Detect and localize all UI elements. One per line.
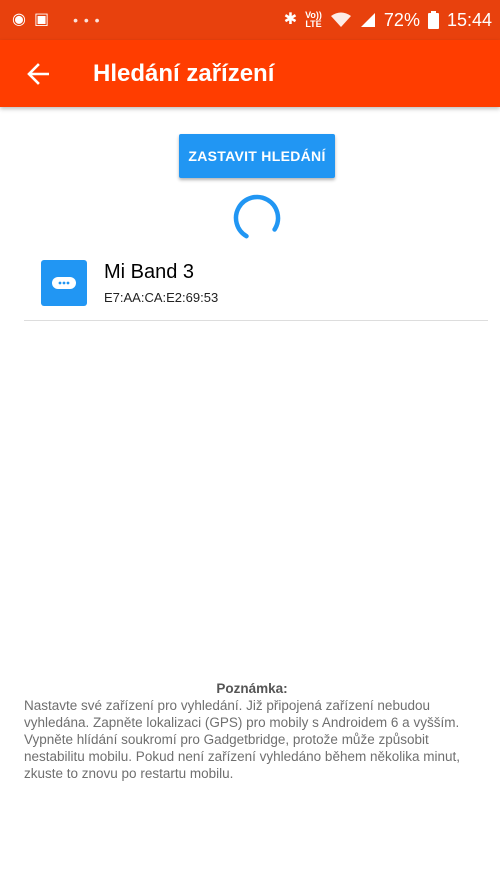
image-notification-icon: ▣ (33, 11, 50, 28)
wifi-icon (330, 12, 351, 27)
device-address: E7:AA:CA:E2:69:53 (104, 290, 219, 305)
clock: 15:44 (446, 9, 492, 30)
battery-icon (427, 11, 439, 29)
loading-spinner-icon (233, 194, 281, 242)
device-list-item[interactable]: Mi Band 3 E7:AA:CA:E2:69:53 (24, 255, 488, 321)
note-text: Nastavte své zařízení pro vyhledání. Již… (24, 698, 461, 781)
arrow-left-icon[interactable] (24, 60, 52, 88)
bluetooth-icon: ✱ (283, 11, 298, 28)
status-bar: ◉ ▣ • • • ✱ Vo)) LTE 72% 15:44 (0, 0, 500, 40)
device-icon (41, 260, 87, 306)
more-notifications-icon: • • • (73, 12, 101, 28)
note-section: Poznámka: Nastavte své zařízení pro vyhl… (24, 680, 480, 782)
device-name: Mi Band 3 (104, 261, 195, 283)
app-notification-icon: ◉ (12, 11, 26, 28)
signal-icon (360, 13, 375, 27)
volte-icon: Vo)) LTE (305, 10, 322, 29)
app-bar: Hledání zařízení (0, 40, 500, 107)
page-title: Hledání zařízení (93, 59, 275, 87)
note-title: Poznámka: (216, 681, 288, 696)
battery-percent: 72% (383, 9, 420, 30)
stop-scan-button[interactable]: ZASTAVIT HLEDÁNÍ (179, 134, 335, 178)
